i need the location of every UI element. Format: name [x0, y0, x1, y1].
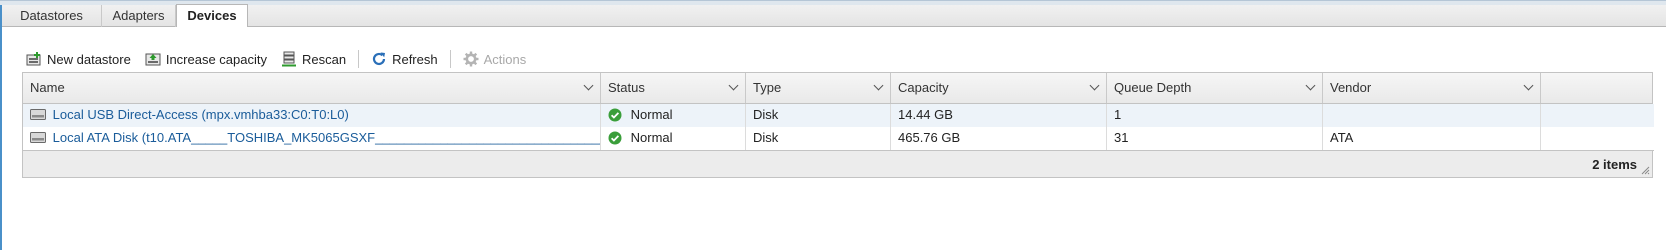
tab-datastores[interactable]: Datastores: [2, 5, 102, 27]
gear-icon: [463, 51, 479, 67]
device-name-cell[interactable]: Local USB Direct-Access (mpx.vmhba33:C0:…: [23, 104, 601, 127]
status-cell: Normal: [601, 127, 746, 150]
queue-depth-cell: 31: [1107, 127, 1323, 150]
column-header-label: Capacity: [898, 80, 949, 95]
vendor-cell: ATA: [1323, 127, 1541, 150]
item-count: 2 items: [1592, 157, 1637, 172]
status-text: Normal: [630, 107, 673, 122]
refresh-icon: [373, 52, 386, 66]
new-datastore-label: New datastore: [47, 51, 131, 67]
disk-icon: [30, 109, 46, 120]
chevron-down-icon[interactable]: [1089, 80, 1100, 91]
column-header-status[interactable]: Status: [601, 73, 746, 103]
focus-edge: [0, 5, 2, 250]
status-cell: Normal: [601, 104, 746, 127]
capacity-cell: 465.76 GB: [891, 127, 1107, 150]
rescan-icon: [282, 51, 296, 67]
column-header-label: Queue Depth: [1114, 80, 1192, 95]
increase-capacity-label: Increase capacity: [165, 51, 267, 67]
column-header-label: Vendor: [1330, 80, 1372, 95]
table-footer: 2 items: [23, 150, 1652, 177]
toolbar-separator: [449, 50, 451, 68]
table-row[interactable]: Local USB Direct-Access (mpx.vmhba33:C0:…: [23, 104, 1654, 127]
chevron-down-icon[interactable]: [583, 80, 594, 91]
status-ok-icon: [608, 108, 622, 122]
device-name[interactable]: Local USB Direct-Access (mpx.vmhba33:C0:…: [53, 107, 349, 122]
vendor-cell: [1323, 104, 1541, 127]
refresh-label: Refresh: [392, 51, 438, 67]
actions-button[interactable]: Actions: [463, 51, 527, 67]
tab-devices[interactable]: Devices: [176, 4, 248, 27]
column-header-vendor[interactable]: Vendor: [1323, 73, 1541, 103]
new-datastore-button[interactable]: New datastore: [26, 51, 131, 67]
device-name-cell[interactable]: Local ATA Disk (t10.ATA_____TOSHIBA_MK50…: [23, 127, 601, 150]
tab-bar: Datastores Adapters Devices: [2, 4, 1666, 27]
increase-capacity-button[interactable]: Increase capacity: [145, 51, 267, 67]
queue-depth-cell: 1: [1107, 104, 1323, 127]
toolbar-separator: [358, 50, 360, 68]
rescan-label: Rescan: [302, 51, 347, 67]
chevron-down-icon[interactable]: [1305, 80, 1316, 91]
capacity-cell: 14.44 GB: [891, 104, 1107, 127]
refresh-button[interactable]: Refresh: [371, 51, 438, 67]
type-cell: Disk: [746, 104, 891, 127]
disk-icon: [30, 132, 46, 143]
column-header-name[interactable]: Name: [23, 73, 601, 103]
column-header-label: Type: [753, 80, 782, 95]
chevron-down-icon[interactable]: [728, 80, 739, 91]
devices-table: Name Status Type Capacity Queue Depth Ve…: [22, 72, 1654, 178]
column-header-queue-depth[interactable]: Queue Depth: [1107, 73, 1323, 103]
actions-label: Actions: [483, 51, 527, 67]
device-name[interactable]: Local ATA Disk (t10.ATA_____TOSHIBA_MK50…: [53, 130, 600, 145]
column-header-capacity[interactable]: Capacity: [891, 73, 1107, 103]
chevron-down-icon[interactable]: [1523, 80, 1534, 91]
rescan-button[interactable]: Rescan: [281, 51, 346, 67]
column-header-label: Name: [30, 80, 65, 95]
type-cell: Disk: [746, 127, 891, 150]
new-datastore-icon: [26, 52, 41, 66]
resize-grip-icon[interactable]: [1641, 166, 1650, 175]
table-row[interactable]: Local ATA Disk (t10.ATA_____TOSHIBA_MK50…: [23, 127, 1654, 151]
increase-capacity-icon: [145, 53, 161, 66]
table-header: Name Status Type Capacity Queue Depth Ve…: [23, 73, 1652, 104]
column-header-label: Status: [608, 80, 645, 95]
column-header-type[interactable]: Type: [746, 73, 891, 103]
status-text: Normal: [630, 130, 673, 145]
status-ok-icon: [608, 131, 622, 145]
chevron-down-icon[interactable]: [873, 80, 884, 91]
toolbar: New datastore Increase capacity Rescan R…: [26, 48, 540, 70]
tab-adapters[interactable]: Adapters: [102, 5, 176, 27]
